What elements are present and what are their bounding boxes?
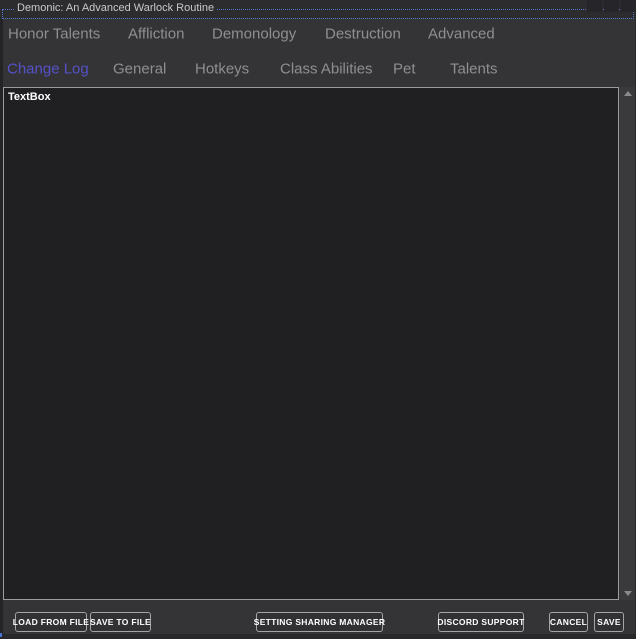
window-bottom-edge	[0, 634, 636, 639]
tab-affliction[interactable]: Affliction	[128, 26, 184, 43]
minimize-button[interactable]	[587, 0, 602, 12]
close-button[interactable]	[621, 0, 636, 12]
bottom-left-accent	[0, 633, 2, 637]
tab-change-log[interactable]: Change Log	[7, 60, 89, 77]
tab-row-secondary: Change Log General Hotkeys Class Abiliti…	[0, 50, 636, 87]
load-from-file-button[interactable]: LOAD FROM FILE	[15, 612, 87, 632]
cancel-button[interactable]: CANCEL	[549, 612, 588, 632]
textbox-label: TextBox	[8, 91, 51, 103]
tab-pet[interactable]: Pet	[393, 60, 416, 77]
maximize-button[interactable]	[604, 0, 619, 12]
tab-honor-talents[interactable]: Honor Talents	[8, 26, 100, 43]
save-button[interactable]: SAVE	[594, 612, 624, 632]
setting-sharing-manager-button[interactable]: SETTING SHARING MANAGER	[256, 612, 383, 632]
tab-general[interactable]: General	[113, 60, 166, 77]
window-left-edge	[0, 0, 3, 639]
window-title: Demonic: An Advanced Warlock Routine	[14, 2, 217, 15]
tab-hotkeys[interactable]: Hotkeys	[195, 60, 249, 77]
vertical-scrollbar[interactable]	[620, 87, 636, 600]
tab-row-primary: Honor Talents Affliction Demonology Dest…	[0, 18, 636, 50]
title-bar[interactable]: Demonic: An Advanced Warlock Routine	[0, 0, 636, 18]
tab-destruction[interactable]: Destruction	[325, 26, 401, 43]
tab-class-abilities[interactable]: Class Abilities	[280, 60, 373, 77]
footer-bar: LOAD FROM FILE SAVE TO FILE SETTING SHAR…	[0, 600, 636, 634]
changelog-textbox[interactable]: TextBox	[3, 87, 619, 600]
window-controls	[587, 0, 636, 12]
tab-demonology[interactable]: Demonology	[212, 26, 296, 43]
scroll-down-icon[interactable]	[624, 591, 632, 596]
scroll-up-icon[interactable]	[624, 91, 632, 96]
tab-talents[interactable]: Talents	[450, 60, 498, 77]
save-to-file-button[interactable]: SAVE TO FILE	[90, 612, 151, 632]
tab-advanced[interactable]: Advanced	[428, 26, 495, 43]
discord-support-button[interactable]: DISCORD SUPPORT	[438, 612, 524, 632]
app-window: Demonic: An Advanced Warlock Routine Hon…	[0, 0, 636, 639]
